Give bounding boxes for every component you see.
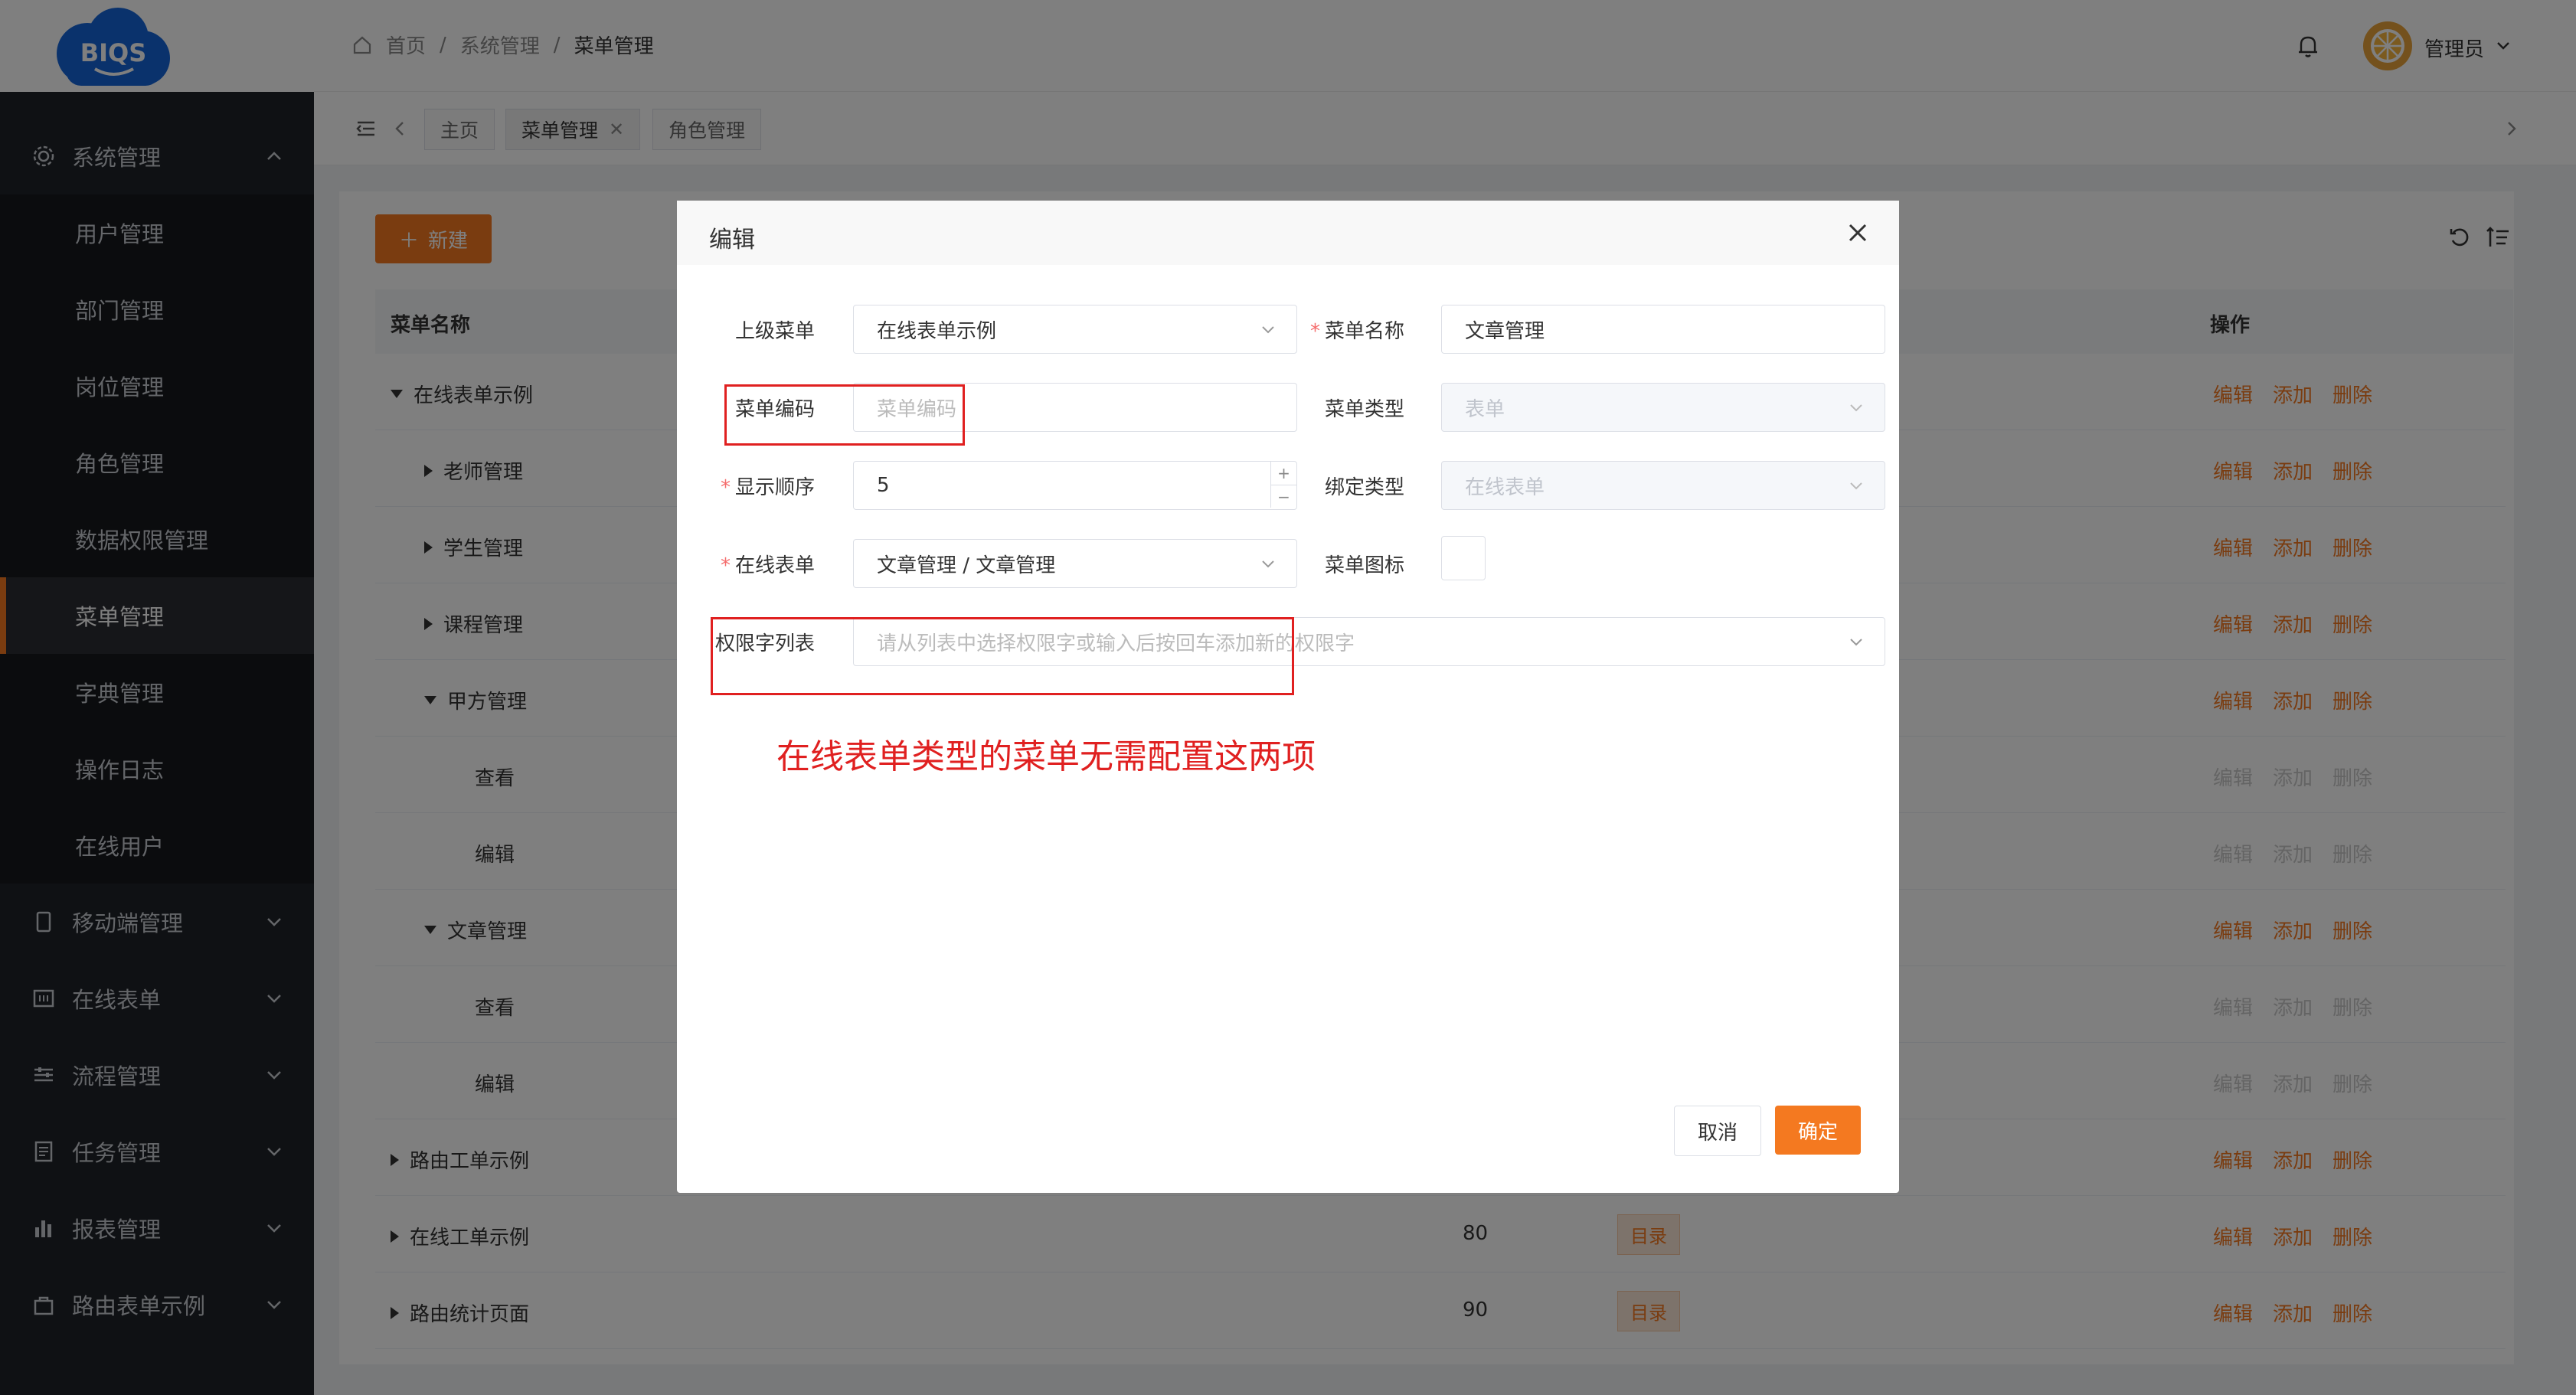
confirm-button[interactable]: 确定 bbox=[1775, 1106, 1861, 1155]
online-form-label: * 在线表单 bbox=[720, 554, 815, 577]
parent-menu-select[interactable]: 在线表单示例 bbox=[853, 305, 1297, 354]
menu-type-select: 表单 bbox=[1441, 383, 1885, 432]
menu-icon-picker[interactable] bbox=[1441, 536, 1486, 580]
display-order-input[interactable]: 5 + − bbox=[853, 461, 1297, 510]
menu-name-input[interactable]: 文章管理 bbox=[1441, 305, 1885, 354]
display-order-label: * 显示顺序 bbox=[720, 476, 815, 499]
menu-type-label: 菜单类型 bbox=[1324, 398, 1404, 421]
chevron-down-icon bbox=[1850, 639, 1862, 646]
menu-name-label: * 菜单名称 bbox=[1309, 320, 1404, 343]
annotation-box-permissions bbox=[711, 617, 1294, 695]
menu-icon-label: 菜单图标 bbox=[1324, 554, 1404, 577]
annotation-note: 在线表单类型的菜单无需配置这两项 bbox=[776, 737, 1316, 776]
chevron-down-icon bbox=[1850, 482, 1862, 490]
annotation-box-code bbox=[724, 384, 965, 446]
online-form-select[interactable]: 文章管理 / 文章管理 bbox=[853, 539, 1297, 588]
parent-menu-label: 上级菜单 bbox=[734, 320, 815, 343]
chevron-down-icon bbox=[1850, 404, 1862, 412]
edit-dialog: 编辑 上级菜单 在线表单示例 * 菜单名称 文章管理 菜单编码 菜单编码 菜单类型… bbox=[677, 201, 1899, 1193]
dialog-header: 编辑 bbox=[677, 201, 1899, 265]
cancel-button[interactable]: 取消 bbox=[1674, 1106, 1761, 1156]
bind-type-select: 在线表单 bbox=[1441, 461, 1885, 510]
close-icon[interactable] bbox=[1845, 221, 1870, 245]
dialog-title: 编辑 bbox=[709, 227, 755, 253]
bind-type-label: 绑定类型 bbox=[1324, 476, 1404, 499]
